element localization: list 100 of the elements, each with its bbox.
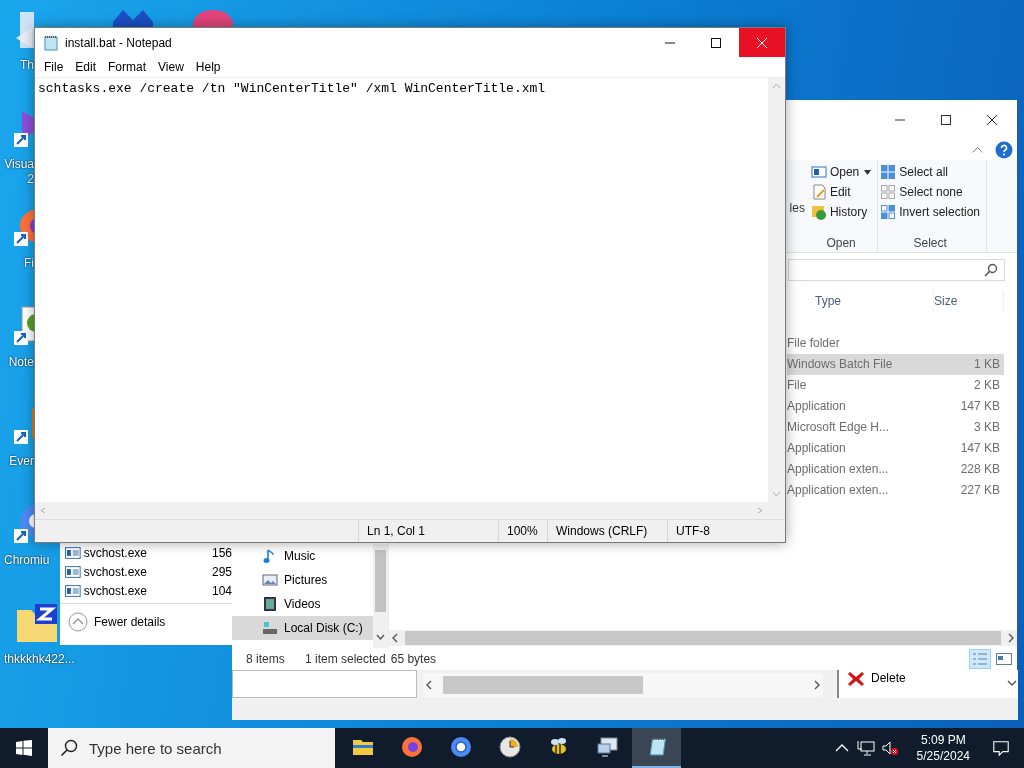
table-cell-text: 227 KB — [959, 482, 1001, 499]
chevron-left-icon — [39, 507, 48, 514]
process-value: 156 — [211, 545, 232, 560]
caret-icon — [864, 169, 872, 175]
ribbon-button[interactable]: Select none — [880, 184, 980, 200]
x-mark-icon — [847, 670, 865, 686]
browser-icon — [448, 735, 473, 759]
table-cell-text: Application — [787, 398, 847, 415]
search-box[interactable]: Type here to search — [48, 728, 335, 768]
nav-item[interactable]: Pictures — [232, 568, 373, 592]
window-icon — [810, 164, 827, 180]
close-icon — [756, 36, 768, 49]
column-header[interactable]: Type — [787, 291, 934, 312]
picture-icon — [262, 572, 278, 588]
chevron-down-icon — [1006, 678, 1018, 688]
scrollbar-thumb[interactable] — [375, 550, 386, 612]
ribbon-button[interactable]: Open — [810, 164, 872, 180]
table-cell-text: File — [787, 377, 808, 394]
ribbon-label: les — [789, 201, 805, 215]
menu-item[interactable]: Format — [102, 60, 153, 74]
table-cell-text: 2 KB — [973, 377, 1001, 394]
maximize-icon — [710, 36, 722, 49]
network-icon — [856, 739, 875, 757]
clock-icon — [497, 735, 522, 759]
scrollbar-thumb[interactable] — [443, 676, 643, 694]
search-field[interactable] — [788, 259, 1005, 281]
drive-icon — [262, 620, 278, 636]
table-cell-text: 228 KB — [959, 461, 1001, 478]
column-header[interactable]: Size — [934, 291, 1004, 312]
pencil-document-icon — [810, 184, 827, 200]
menu-item[interactable]: File — [38, 60, 70, 74]
process-value: 295 — [211, 564, 232, 579]
ribbon-button[interactable]: History — [810, 204, 872, 220]
preview-view-icon — [995, 651, 1013, 667]
status-text: 100% — [498, 520, 547, 542]
ribbon-button[interactable]: Edit — [810, 184, 872, 200]
app-icon — [190, 8, 235, 27]
process-icon — [65, 584, 81, 597]
menu-item[interactable]: Edit — [69, 60, 103, 74]
notification-icon — [992, 739, 1010, 757]
grid-icon — [880, 164, 897, 180]
date-text: 5/25/2024 — [916, 748, 970, 764]
chevron-up-icon — [772, 82, 781, 89]
speaker-muted-icon — [880, 739, 899, 757]
table-cell-text: 147 KB — [959, 440, 1001, 457]
browser-icon — [399, 735, 424, 759]
ribbon-button[interactable]: Invert selection — [880, 204, 980, 220]
ribbon-group-label: Open — [825, 236, 857, 250]
process-value: 104 — [211, 583, 232, 598]
table-cell-text: Microsoft Edge H... — [787, 419, 891, 436]
table-cell: 1 KB — [934, 354, 1004, 375]
collapse-icon — [68, 612, 88, 632]
checker-grid-icon — [880, 204, 897, 220]
fewer-details-link[interactable]: Fewer details — [94, 615, 166, 629]
ribbon-group-label: Select — [912, 236, 948, 250]
table-cell-text: 3 KB — [973, 419, 1001, 436]
film-icon — [262, 596, 278, 612]
details-view-icon — [971, 651, 989, 667]
window-title: install.bat - Notepad — [65, 35, 173, 50]
process-icon — [65, 565, 81, 578]
maximize-icon — [941, 115, 951, 125]
empty-grid-icon — [880, 184, 897, 200]
search-icon — [984, 263, 998, 277]
status-text: Windows (CRLF) — [547, 520, 667, 542]
clock[interactable]: 5:09 PM 5/25/2024 — [910, 731, 976, 765]
menu-item[interactable]: Help — [189, 60, 227, 74]
table-cell-text: File folder — [787, 335, 841, 352]
chevron-up-icon — [972, 147, 983, 153]
taskbar-app-button[interactable] — [632, 728, 681, 768]
scrollbar-thumb[interactable] — [405, 631, 1001, 645]
status-text: Ln 1, Col 1 — [358, 520, 498, 542]
windows-logo-icon — [16, 740, 32, 756]
monitors-icon — [595, 735, 620, 759]
menu-item[interactable]: View — [152, 60, 190, 74]
search-field[interactable]: Type here to search — [87, 738, 321, 758]
process-name: svchost.exe — [83, 545, 149, 560]
close-icon — [987, 115, 997, 125]
chevron-down-icon — [772, 491, 781, 498]
folder-clock-icon — [810, 204, 827, 220]
table-cell-text: Application — [787, 440, 847, 457]
table-cell-text: Application exten... — [787, 461, 890, 478]
process-name: svchost.exe — [83, 583, 149, 598]
nav-item[interactable]: Local Disk (C:) — [232, 616, 373, 640]
delete-button[interactable]: Delete — [847, 670, 906, 686]
ribbon-button[interactable]: Select all — [880, 164, 980, 180]
search-icon — [60, 739, 78, 757]
nav-item[interactable]: Music — [232, 544, 373, 568]
nav-item[interactable]: Videos — [232, 592, 373, 616]
help-icon — [995, 141, 1013, 159]
notepad-icon — [43, 34, 59, 51]
process-icon — [65, 546, 81, 559]
table-cell: Windows Batch File — [787, 354, 934, 375]
table-cell-text: Application exten... — [787, 482, 890, 499]
status-text: UTF-8 — [667, 520, 771, 542]
text-editor-content[interactable]: schtasks.exe /create /tn "WinCenterTitle" /xml WinCenterTitle.xml — [35, 78, 768, 502]
status-text: 1 item selected — [305, 652, 386, 666]
process-name: svchost.exe — [83, 564, 149, 579]
chevron-right-icon — [755, 507, 764, 514]
table-cell-text: 147 KB — [959, 398, 1001, 415]
status-text: 65 bytes — [390, 652, 437, 666]
